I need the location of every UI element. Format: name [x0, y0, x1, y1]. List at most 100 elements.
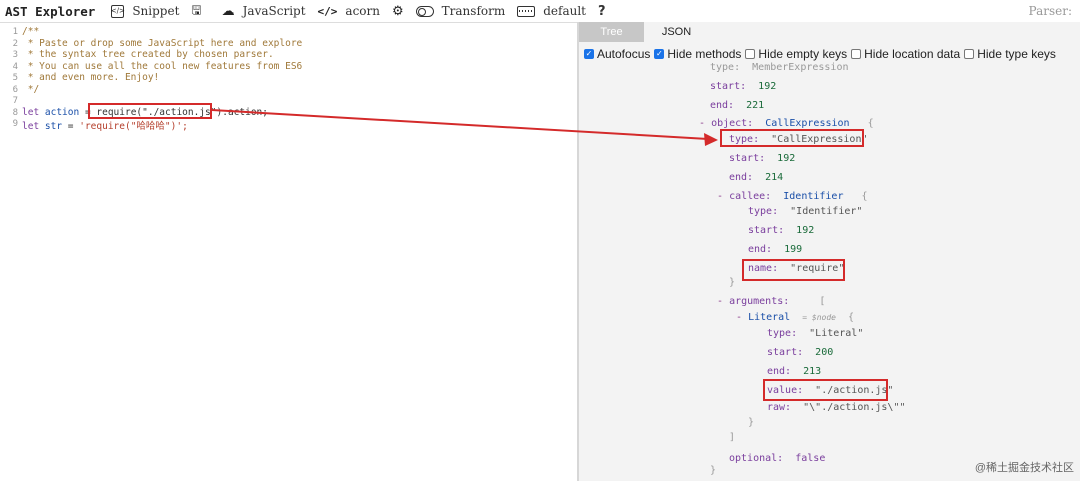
tree-bracket: { — [861, 191, 868, 202]
code-editor[interactable]: 1 2 3 4 5 6 7 8 9 /** * Paste or drop so… — [0, 23, 577, 481]
snippet-button[interactable]: </> Snippet — [111, 4, 180, 18]
tree-value: false — [795, 453, 826, 464]
tree-node-row[interactable]: start: 192 — [729, 153, 795, 164]
parser-selector[interactable]: </> acorn — [318, 4, 380, 18]
option-hide-location-data[interactable]: Hide location data — [851, 47, 960, 61]
top-toolbar: AST Explorer </> Snippet 🖫 ☁ JavaScript … — [0, 0, 1080, 23]
code-comment-line: * You can use all the cool new features … — [22, 60, 303, 72]
tree-node-row[interactable]: start: 192 — [710, 81, 776, 92]
tree-node-row[interactable]: type: "Identifier" — [748, 206, 862, 217]
line-number: 9 — [12, 119, 18, 129]
tree-node-row[interactable]: type: "Literal" — [767, 328, 863, 339]
tree-node-row[interactable]: end: 221 — [710, 100, 764, 111]
tree-key: start: — [767, 347, 804, 358]
toggle-icon — [415, 5, 434, 17]
tree-key: type: — [767, 328, 798, 339]
keyword: let — [22, 121, 45, 132]
option-hide-methods[interactable]: ✓ Hide methods — [654, 47, 741, 61]
option-label: Hide methods — [667, 47, 742, 61]
line-number: 2 — [12, 38, 18, 49]
tree-bracket: [ — [819, 296, 826, 307]
line-number: 7 — [12, 96, 18, 106]
transform-toggle[interactable]: Transform — [415, 4, 506, 18]
tree-bracket: } — [748, 417, 755, 428]
keyboard-icon — [517, 5, 536, 17]
tree-node-row[interactable]: start: 200 — [767, 347, 833, 358]
transform-selector[interactable]: default — [517, 4, 586, 18]
tree-value: "Identifier" — [790, 206, 863, 217]
tree-node-row[interactable]: end: 214 — [729, 172, 783, 183]
code-comment-line: /** — [22, 26, 40, 37]
help-icon: ? — [598, 3, 606, 19]
code-icon: </> — [317, 4, 338, 18]
collapse-toggle[interactable]: - — [699, 118, 705, 129]
checkbox-icon[interactable] — [745, 49, 756, 59]
tab-json[interactable]: JSON — [644, 22, 709, 42]
code-comment-line: */ — [22, 83, 40, 95]
name-require-highlight — [742, 259, 845, 281]
code-line-9: let str = 'require("哈哈哈")'; — [22, 118, 188, 132]
gear-icon: ⚙ — [392, 3, 404, 19]
string-literal: 'require("哈哈哈")'; — [79, 121, 188, 132]
collapse-toggle[interactable]: - — [717, 191, 723, 202]
option-hide-type-keys[interactable]: Hide type keys — [964, 47, 1056, 61]
tree-node-row[interactable]: start: 192 — [748, 225, 814, 236]
tree-key: object: — [711, 118, 754, 129]
tree-node-type: Identifier — [783, 191, 844, 202]
code-comment-line: * Paste or drop some JavaScript here and… — [22, 37, 303, 49]
collapse-toggle[interactable]: - — [717, 296, 723, 307]
language-label: JavaScript — [242, 4, 306, 18]
tree-value: "Literal" — [809, 328, 864, 339]
tree-key: start: — [710, 81, 747, 92]
transform-default-label: default — [543, 4, 586, 18]
tree-key: raw: — [767, 402, 792, 413]
language-selector[interactable]: ☁ JavaScript — [222, 4, 306, 19]
tree-node-row[interactable]: optional: false — [729, 453, 825, 464]
parser-name: acorn — [345, 4, 380, 18]
floppy-icon: 🖫 — [191, 2, 202, 17]
tab-tree[interactable]: Tree — [579, 22, 644, 42]
variable-name: str — [44, 121, 63, 132]
checkbox-checked-icon[interactable]: ✓ — [584, 49, 594, 59]
tree-key: callee: — [729, 191, 772, 202]
tree-key: type: — [710, 62, 741, 73]
tree-key: start: — [748, 225, 785, 236]
tree-bracket: } — [710, 465, 717, 476]
tree-node-row[interactable]: end: 199 — [748, 244, 802, 255]
collapse-toggle[interactable]: - — [736, 312, 742, 323]
variable-name: action — [44, 106, 80, 118]
code-comment-line: * the syntax tree created by chosen pars… — [22, 49, 274, 60]
member-access: .action; — [222, 106, 268, 118]
option-label: Hide empty keys — [758, 47, 848, 61]
tree-node-row[interactable]: raw: "\"./action.js\"" — [767, 402, 906, 413]
keyword: let — [22, 106, 45, 118]
tree-node-row[interactable]: end: 213 — [767, 366, 821, 377]
option-hide-empty-keys[interactable]: Hide empty keys — [745, 47, 847, 61]
tree-value: 214 — [765, 172, 784, 183]
tree-value: MemberExpression — [752, 62, 849, 73]
node-ref-note: = $node — [802, 313, 836, 322]
checkbox-icon[interactable] — [851, 49, 862, 59]
checkbox-checked-icon[interactable]: ✓ — [654, 49, 665, 59]
snippet-icon: </> — [111, 4, 125, 18]
line-number: 6 — [12, 84, 18, 95]
line-number: 1 — [12, 27, 18, 37]
transform-label: Transform — [441, 4, 506, 18]
tree-node-row[interactable]: - object: CallExpression { — [699, 118, 874, 129]
help-button[interactable]: ? — [598, 4, 606, 19]
tree-key: type: — [748, 206, 779, 217]
settings-button[interactable]: ⚙ — [392, 4, 404, 19]
tree-options: ✓ Autofocus ✓ Hide methods Hide empty keys… — [584, 47, 1060, 61]
save-button[interactable]: 🖫 — [191, 1, 209, 22]
tree-key: optional: — [729, 453, 784, 464]
tree-key: end: — [748, 244, 773, 255]
output-pane: Tree JSON ✓ Autofocus ✓ Hide methods Hide … — [579, 22, 1080, 481]
tree-node-row[interactable]: - callee: Identifier { — [717, 191, 868, 202]
tree-node-row[interactable]: - arguments: [ — [717, 296, 825, 307]
cloud-icon: ☁ — [221, 3, 235, 19]
tree-node-row[interactable]: type: MemberExpression — [710, 62, 848, 73]
checkbox-icon[interactable] — [964, 49, 975, 59]
option-autofocus[interactable]: ✓ Autofocus — [584, 47, 650, 61]
tree-key: end: — [767, 366, 792, 377]
tree-node-row[interactable]: - Literal = $node { — [736, 312, 854, 323]
